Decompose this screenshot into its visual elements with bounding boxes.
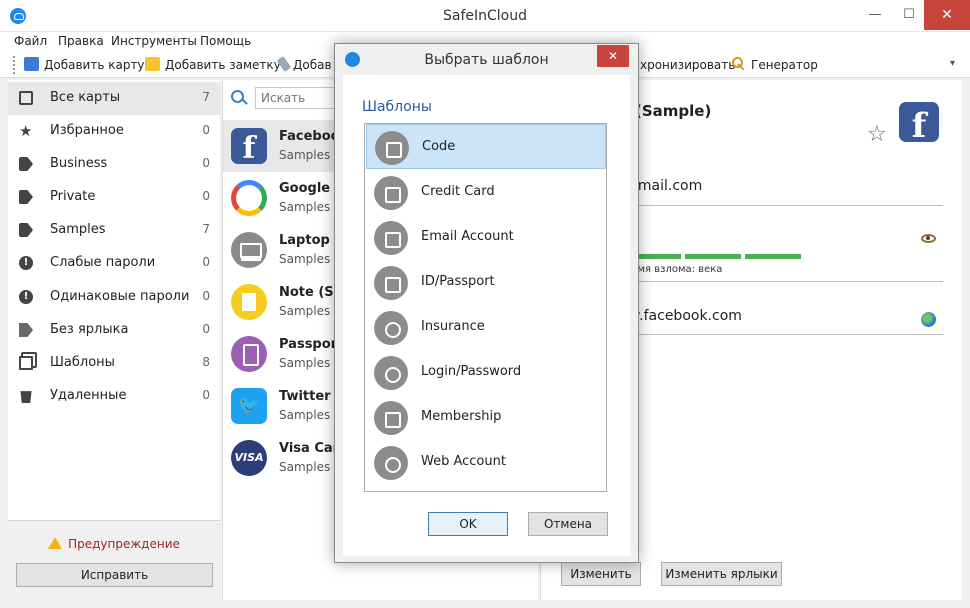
lock-icon [375,131,409,165]
edit-button[interactable]: Изменить [561,562,641,586]
field-divider [629,281,943,282]
alert-icon: ! [19,290,33,304]
window-title: SafeInCloud [443,8,527,24]
tag-icon [19,223,33,237]
template-item-credit-card[interactable]: Credit Card [366,170,606,215]
field-divider [629,205,943,206]
edit-labels-button[interactable]: Изменить ярлыки [661,562,782,586]
template-item-email-account[interactable]: Email Account [366,215,606,260]
globe-icon[interactable] [921,312,936,327]
warning-message[interactable]: Предупреждение [8,537,220,551]
template-item-id-passport[interactable]: ID/Passport [366,260,606,305]
sync-button[interactable]: хронизировать [640,56,735,74]
search-icon [231,90,244,103]
note-icon [231,284,267,320]
template-item-insurance[interactable]: Insurance [366,305,606,350]
title-bar: SafeInCloud — ☐ ✕ [0,0,970,32]
twitter-logo-icon: 🐦 [231,388,267,424]
dialog-close-button[interactable]: ✕ [597,45,629,67]
add-card-button[interactable]: Добавить карту [24,56,145,74]
sidebar-item-private[interactable]: Private 0 [8,181,220,214]
sidebar-item-no-tag[interactable]: Без ярлыка 0 [8,314,220,347]
maximize-button[interactable]: ☐ [892,0,926,30]
warning-icon [48,537,63,549]
ok-button[interactable]: OK [428,512,508,536]
close-button[interactable]: ✕ [924,0,970,30]
key-icon [374,356,408,390]
envelope-icon [374,221,408,255]
sidebar-item-duplicate-passwords[interactable]: ! Одинаковые пароли 0 [8,281,220,314]
fix-button[interactable]: Исправить [16,563,213,587]
menu-file[interactable]: Файл [14,34,47,48]
sidebar: Все карты 7 ★ Избранное 0 Business 0 Pri… [8,80,220,520]
menu-tools[interactable]: Инструменты [111,34,197,48]
dialog-body: Шаблоны Code Credit Card Email Account I… [343,75,630,556]
laptop-icon [231,232,267,268]
tag-icon [19,157,33,171]
add-note-button[interactable]: Добавить заметку [145,56,281,74]
note-icon [145,57,160,71]
menu-edit[interactable]: Правка [58,34,104,48]
sidebar-item-deleted[interactable]: Удаленные 0 [8,380,220,413]
globe-icon [374,446,408,480]
credit-card-icon [374,176,408,210]
passport-icon [231,336,267,372]
choose-template-dialog: Выбрать шаблон ✕ Шаблоны Code Credit Car… [334,43,639,563]
tag-icon [19,190,33,204]
cards-icon [19,91,33,105]
favorite-star-icon[interactable]: ☆ [867,122,887,147]
field-divider [629,334,943,335]
handshake-icon [374,401,408,435]
template-item-membership[interactable]: Membership [366,395,606,440]
cancel-button[interactable]: Отмена [528,512,608,536]
id-card-icon [374,266,408,300]
sidebar-item-favorites[interactable]: ★ Избранное 0 [8,115,220,148]
template-list: Code Credit Card Email Account ID/Passpo… [364,123,607,492]
menu-help[interactable]: Помощь [200,34,251,48]
template-item-code[interactable]: Code [366,124,606,169]
add-file-button[interactable]: Добав [276,55,332,74]
card-icon [24,57,39,71]
template-item-login-password[interactable]: Login/Password [366,350,606,395]
strength-bar-segment [745,254,801,259]
facebook-logo-icon: f [231,128,267,166]
toolbar-overflow-icon[interactable]: ▾ [950,58,955,69]
alert-icon: ! [19,256,33,270]
visa-logo-icon: VISA [231,440,267,476]
template-item-web-account[interactable]: Web Account [366,440,606,485]
sidebar-item-all-cards[interactable]: Все карты 7 [8,82,220,115]
umbrella-icon [374,311,408,345]
dialog-title-bar: Выбрать шаблон ✕ [335,44,638,75]
dialog-title: Выбрать шаблон [424,52,549,68]
card-title: (Sample) [635,102,712,120]
no-tag-icon [19,323,33,337]
star-icon: ★ [19,122,33,140]
trash-icon [20,391,32,403]
sidebar-item-business[interactable]: Business 0 [8,148,220,181]
generator-button[interactable]: Генератор [732,56,818,74]
sidebar-item-templates[interactable]: Шаблоны 8 [8,347,220,380]
google-logo-icon [231,180,267,216]
templates-icon [19,356,33,370]
facebook-logo-icon: f [899,102,939,146]
toolbar-grip[interactable] [13,56,15,74]
sidebar-item-weak-passwords[interactable]: ! Слабые пароли 0 [8,247,220,280]
key-icon [732,57,746,71]
sidebar-item-samples[interactable]: Samples 7 [8,214,220,247]
sidebar-footer: Предупреждение Исправить [8,520,220,600]
templates-heading: Шаблоны [362,99,432,115]
strength-bar-segment [685,254,741,259]
crack-time-text: ремя взлома: века [625,264,723,275]
eye-icon[interactable] [921,234,936,243]
minimize-button[interactable]: — [858,0,892,30]
login-field-value[interactable]: gmail.com [629,178,702,194]
website-field-value[interactable]: w.facebook.com [629,308,742,324]
